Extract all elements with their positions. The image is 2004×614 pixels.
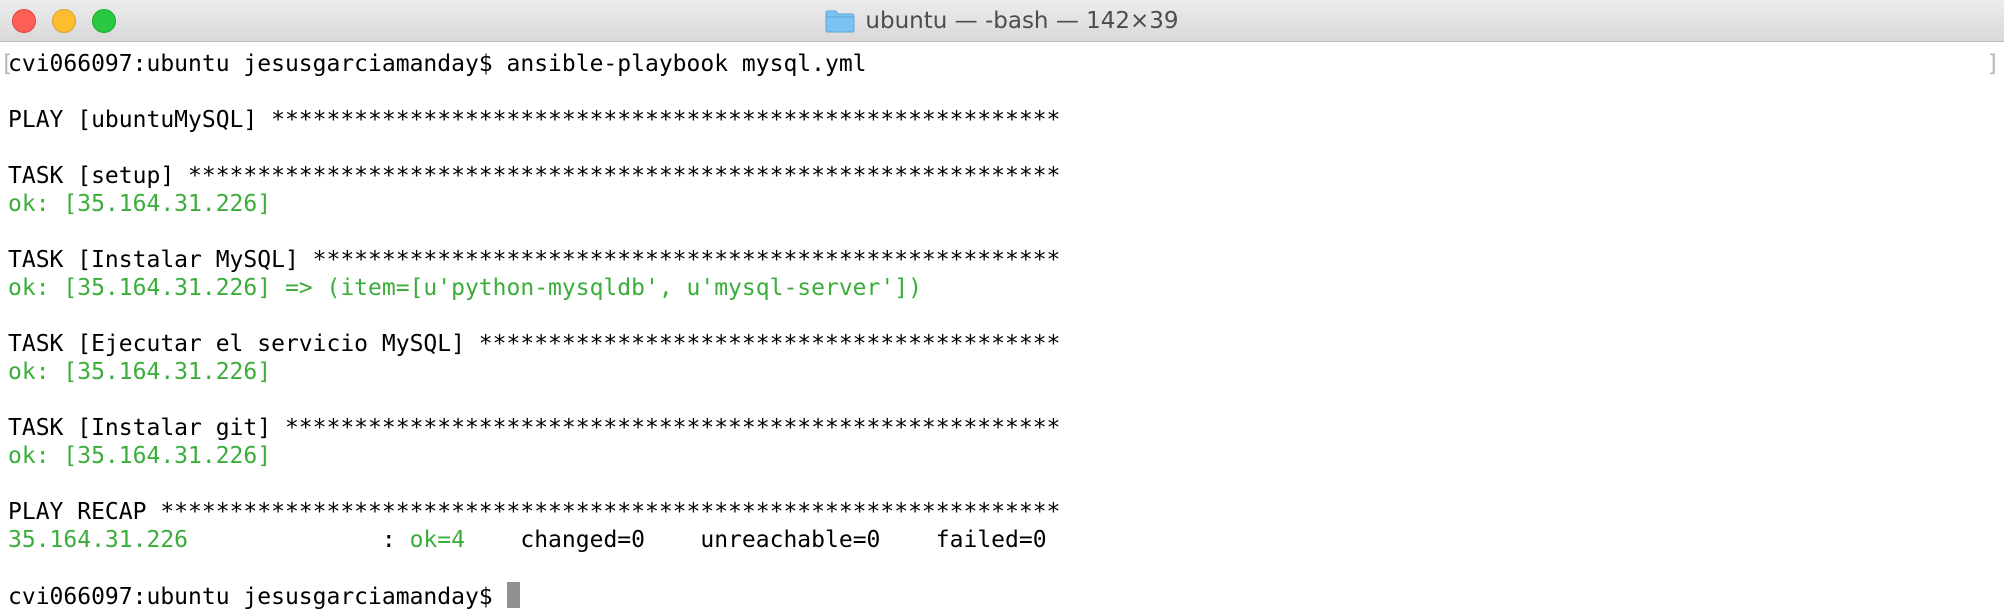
task-install-mysql-result: ok: [35.164.31.226] => (item=[u'python-m… [8, 275, 922, 301]
terminal-output[interactable]: cvi066097:ubuntu jesusgarciamanday$ ansi… [0, 50, 2004, 614]
task-run-mysql-result: ok: [35.164.31.226] [8, 359, 272, 385]
recap-stats: changed=0 unreachable=0 failed=0 [464, 527, 1047, 553]
window-title: ubuntu — -bash — 142×39 [865, 8, 1179, 34]
prompt: cvi066097:ubuntu jesusgarciamanday$ [8, 51, 507, 77]
task-install-mysql: TASK [Instalar MySQL] ******************… [8, 247, 1061, 273]
terminal-window: ubuntu — -bash — 142×39 [ ] cvi066097:ub… [0, 0, 2004, 614]
task-setup-result: ok: [35.164.31.226] [8, 191, 272, 217]
text-cursor [506, 582, 520, 608]
final-prompt: cvi066097:ubuntu jesusgarciamanday$ [8, 584, 507, 610]
command-line: cvi066097:ubuntu jesusgarciamanday$ ansi… [8, 50, 2004, 78]
task-setup: TASK [setup] ***************************… [8, 163, 1061, 189]
command-text: ansible-playbook mysql.yml [506, 51, 867, 77]
task-install-git-result: ok: [35.164.31.226] [8, 443, 272, 469]
recap-separator: : [381, 527, 410, 553]
task-install-git: TASK [Instalar git] ********************… [8, 415, 1061, 441]
recap-line: 35.164.31.226 : ok=4 changed=0 unreachab… [8, 526, 2004, 554]
title-container: ubuntu — -bash — 142×39 [0, 0, 2004, 42]
play-recap: PLAY RECAP *****************************… [8, 499, 1061, 525]
title-bar[interactable]: ubuntu — -bash — 142×39 [0, 0, 2004, 42]
task-run-mysql: TASK [Ejecutar el servicio MySQL] ******… [8, 331, 1061, 357]
recap-ok: ok=4 [409, 527, 465, 553]
folder-icon [825, 9, 855, 33]
recap-host: 35.164.31.226 [8, 527, 382, 553]
final-prompt-line: cvi066097:ubuntu jesusgarciamanday$ [8, 582, 2004, 610]
play-header: PLAY [ubuntuMySQL] *********************… [8, 107, 1061, 133]
